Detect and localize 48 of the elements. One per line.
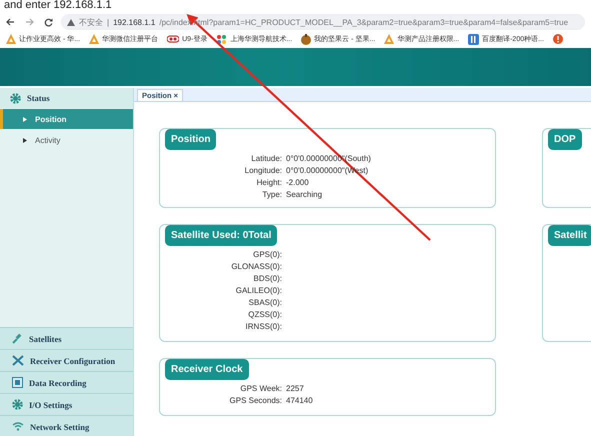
menu-item[interactable]: Receiver Configuration [0,349,133,371]
field-value: -2.000 [286,178,310,187]
back-icon[interactable] [6,18,15,26]
field-label: Longitude: [244,166,282,175]
warning-icon [67,18,75,26]
field-label: Type: [261,190,282,199]
status-icon [10,92,21,104]
field-value: 474140 [286,396,314,405]
caption-text: and enter 192.168.1.1 [3,0,113,12]
field-label: GLONASS(0): [230,262,282,271]
card-title: Receiver Clock [165,359,249,380]
card-title: Position [165,129,216,150]
sidebar-item[interactable]: Position [0,109,133,129]
card-title: Satellit [548,225,591,246]
field-label: Latitude: [250,154,282,163]
bookmark-icon [89,34,100,44]
field-label: GPS(0): [252,250,282,259]
field-label: SBAS(0): [248,298,282,307]
field-label: GPS Week: [239,384,282,393]
field-label: Height: [256,178,282,187]
sidebar-item[interactable]: Activity [0,130,133,150]
bookmark-icon [468,34,480,44]
field-label: QZSS(0): [247,310,282,319]
alert-icon [552,34,563,44]
field-label: GPS Seconds: [228,396,282,405]
document-icon [12,377,23,388]
field-label: GALILEO(0): [234,286,282,295]
menu-item[interactable]: Data Recording [0,371,133,393]
bookmark-icon [6,34,16,44]
bookmark-icon [384,34,394,44]
field-value: Searching [286,190,324,199]
menu-item[interactable]: Network Setting [0,415,133,436]
field-label: BDS(0): [252,274,282,283]
bookmark-icon [216,34,228,44]
gear-icon [12,399,23,410]
triangle-icon [23,116,27,122]
status-label: Status [27,93,50,103]
triangle-icon [23,138,27,142]
reload-icon[interactable] [44,18,53,26]
bookmark-icon [167,35,180,43]
card-title: Satellite Used: 0Total [165,225,278,246]
field-value: 2257 [286,384,305,393]
bookmark-icon [301,34,312,44]
wifi-icon [12,422,24,431]
menu-item[interactable]: Satellites [0,327,133,349]
menu-item[interactable]: I/O Settings [0,393,133,415]
field-label: IRNSS(0): [244,322,282,331]
card-title: DOP [548,129,582,150]
